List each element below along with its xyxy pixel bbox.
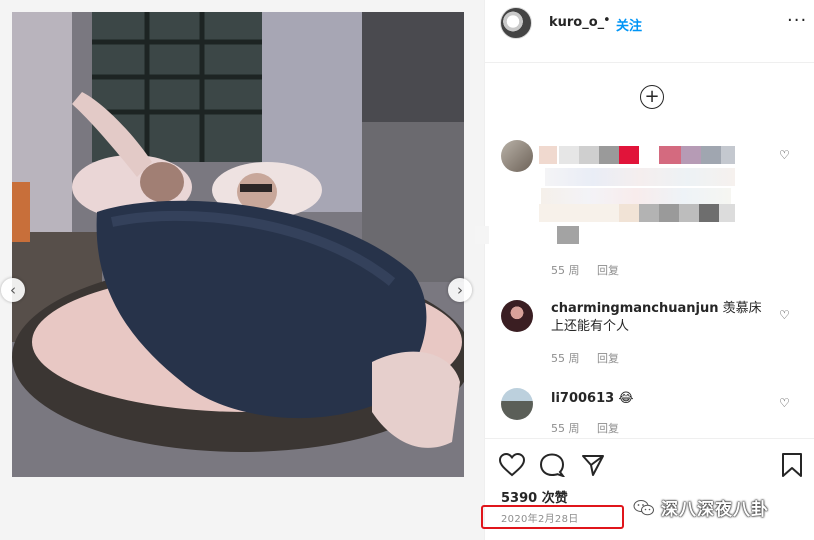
comment-text: 😂 bbox=[618, 391, 634, 406]
plus-circle-icon[interactable]: + bbox=[640, 85, 664, 109]
author-avatar[interactable] bbox=[500, 7, 532, 39]
commenter-username[interactable]: charmingmanchuanjun bbox=[551, 301, 719, 316]
comment-item: 55 周 回复 ♡ bbox=[475, 140, 814, 280]
comment-item: charmingmanchuanjun 羡慕床上还能有个人 55 周 回复 ♡ bbox=[485, 300, 814, 370]
comment-like-heart-icon[interactable]: ♡ bbox=[779, 148, 790, 162]
comment-item: li700613 😂 55 周 回复 ♡ bbox=[485, 388, 814, 438]
comment-time: 55 周 bbox=[551, 264, 580, 277]
header-separator: • bbox=[603, 13, 611, 28]
post-media-area: ‹ › bbox=[0, 0, 484, 540]
comment-meta: 55 周 回复 bbox=[551, 420, 633, 436]
commenter-avatar[interactable] bbox=[501, 140, 533, 172]
comment-text-block: charmingmanchuanjun 羡慕床上还能有个人 bbox=[551, 300, 766, 336]
comment-time: 55 周 bbox=[551, 422, 580, 435]
more-options-icon[interactable]: ··· bbox=[787, 10, 807, 31]
heart-icon[interactable] bbox=[499, 453, 525, 477]
comment-meta: 55 周 回复 bbox=[551, 350, 633, 366]
author-username[interactable]: kuro_o_ bbox=[549, 15, 604, 30]
watermark-text: 深八深夜八卦 bbox=[661, 500, 769, 520]
post-date: 2020年2月28日 bbox=[501, 514, 579, 525]
previous-arrow-icon[interactable]: ‹ bbox=[1, 278, 25, 302]
comment-time: 55 周 bbox=[551, 352, 580, 365]
next-arrow-icon[interactable]: › bbox=[448, 278, 472, 302]
comment-like-heart-icon[interactable]: ♡ bbox=[779, 308, 790, 322]
comment-like-heart-icon[interactable]: ♡ bbox=[779, 396, 790, 410]
like-count[interactable]: 5390 次赞 bbox=[501, 487, 568, 506]
post-actions: 5390 次赞 2020年2月28日 深八深夜八卦 bbox=[481, 438, 814, 540]
post-side-panel: kuro_o_ • 关注 ··· + 55 周 回复 ♡ charmingman… bbox=[475, 0, 814, 540]
reply-button[interactable]: 回复 bbox=[597, 352, 619, 365]
paper-plane-icon[interactable] bbox=[581, 453, 605, 477]
reply-button[interactable]: 回复 bbox=[597, 264, 619, 277]
post-header: kuro_o_ • 关注 ··· bbox=[485, 0, 814, 63]
commenter-avatar[interactable] bbox=[501, 300, 533, 332]
bookmark-icon[interactable] bbox=[781, 453, 803, 477]
commenter-avatar[interactable] bbox=[501, 388, 533, 420]
photo-illustration bbox=[12, 12, 464, 477]
reply-button[interactable]: 回复 bbox=[597, 422, 619, 435]
follow-button[interactable]: 关注 bbox=[616, 15, 642, 34]
speech-bubble-icon[interactable] bbox=[539, 453, 565, 477]
comment-text-block: li700613 😂 bbox=[551, 390, 766, 408]
comment-meta: 55 周 回复 bbox=[551, 262, 633, 278]
wechat-icon bbox=[633, 499, 654, 515]
watermark: 深八深夜八卦 bbox=[633, 495, 769, 520]
post-photo[interactable] bbox=[12, 12, 464, 477]
commenter-username[interactable]: li700613 bbox=[551, 391, 614, 406]
